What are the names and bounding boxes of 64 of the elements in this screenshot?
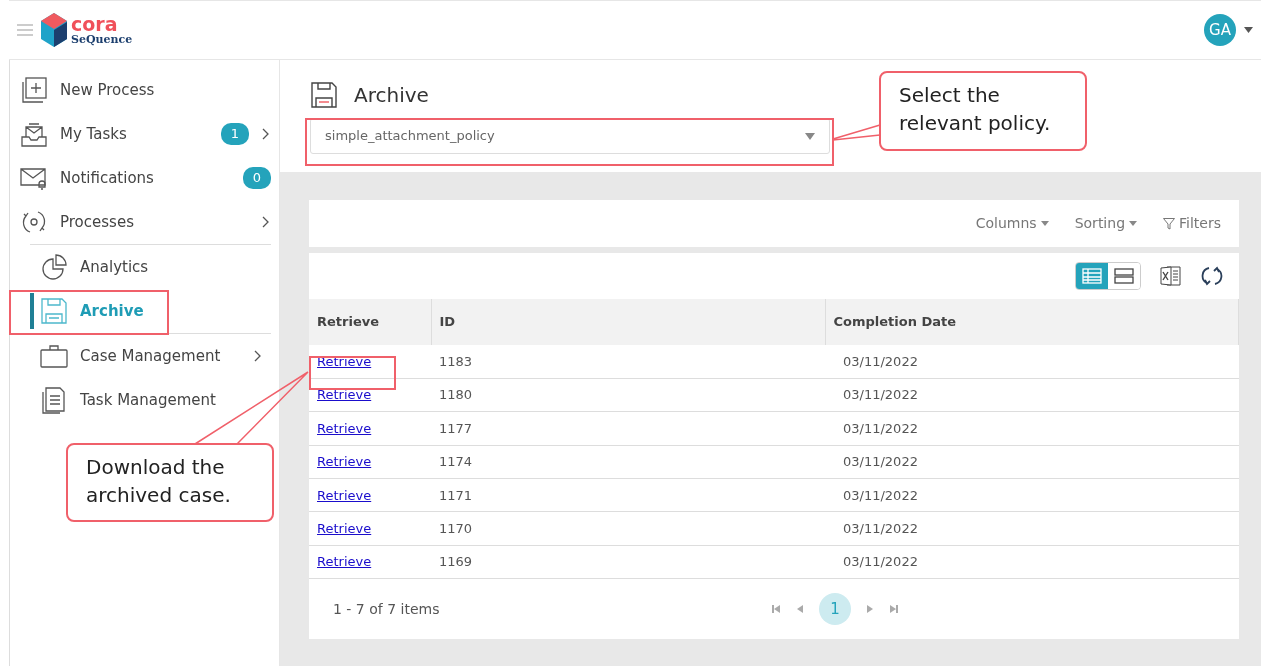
next-page-icon[interactable] <box>865 604 875 615</box>
sidebar-item[interactable]: Case Management <box>30 334 271 378</box>
callout-note: Download the archived case. <box>66 443 274 522</box>
count-badge: 0 <box>242 167 271 189</box>
column-header[interactable]: Completion Date <box>825 299 1239 345</box>
table-cell: 03/11/2022 <box>825 478 1239 512</box>
caret-icon <box>1040 221 1049 226</box>
chevron-right-icon[interactable] <box>261 215 271 229</box>
table-cell: 03/11/2022 <box>825 411 1239 446</box>
logo-text: cora <box>71 15 119 34</box>
table-cell: 1169 <box>431 545 825 579</box>
caret-icon <box>1129 221 1138 226</box>
previous-page-icon[interactable] <box>795 604 805 615</box>
table-cell: 1177 <box>431 411 825 446</box>
sidebar-item[interactable]: Analytics <box>30 245 271 289</box>
last-page-icon[interactable] <box>889 604 899 615</box>
sidebar-item[interactable]: Notifications 0 <box>10 156 279 200</box>
caret-icon[interactable] <box>805 132 815 140</box>
retrieve-link[interactable]: Retrieve <box>317 520 372 536</box>
chevron-right-icon[interactable] <box>253 349 263 363</box>
pagination-summary: 1 - 7 of 7 items <box>333 599 440 619</box>
policy-dropdown[interactable]: simple_attachment_policy <box>310 118 830 154</box>
sidebar-item[interactable]: Processes <box>10 200 279 244</box>
table-cell: 03/11/2022 <box>825 511 1239 546</box>
briefcase-icon <box>40 342 68 370</box>
pie-chart-icon <box>40 253 68 281</box>
excel-icon[interactable] <box>1159 264 1183 288</box>
table-cell: 03/11/2022 <box>825 345 1239 379</box>
table-cell: 03/11/2022 <box>825 378 1239 412</box>
table-cell: 1170 <box>431 511 825 546</box>
sidebar-item[interactable]: My Tasks 1 <box>10 112 279 156</box>
logo-subtitle: SeQuence <box>71 34 133 45</box>
retrieve-link[interactable]: Retrieve <box>317 353 372 369</box>
count-badge: 1 <box>220 123 249 145</box>
columns-button[interactable]: Columns <box>975 213 1049 234</box>
table-cell: 1183 <box>431 345 825 379</box>
table-cell: 03/11/2022 <box>825 445 1239 479</box>
column-header[interactable]: Retrieve <box>309 299 431 345</box>
column-header[interactable]: ID <box>431 299 825 345</box>
retrieve-link[interactable]: Retrieve <box>317 454 372 470</box>
table-cell: 1174 <box>431 445 825 479</box>
caret-icon[interactable] <box>1244 27 1253 33</box>
sidebar-item[interactable]: New Process <box>10 68 279 112</box>
filters-button[interactable]: Filters <box>1163 213 1221 234</box>
table-cell: 1180 <box>431 378 825 412</box>
inbox-icon <box>20 120 48 148</box>
grid-view-icon[interactable] <box>1076 263 1108 289</box>
callout-note: Select the relevant policy. <box>879 71 1087 151</box>
refresh-icon[interactable] <box>1201 264 1223 288</box>
retrieve-link[interactable]: Retrieve <box>317 487 372 503</box>
sidebar-item[interactable]: Task Management <box>30 378 271 422</box>
table-cell: 1171 <box>431 478 825 512</box>
filter-icon <box>1163 217 1176 230</box>
table-cell: 03/11/2022 <box>825 545 1239 579</box>
retrieve-link[interactable]: Retrieve <box>317 420 372 436</box>
plus-square-icon <box>20 76 48 104</box>
chevron-right-icon[interactable] <box>261 127 271 141</box>
document-icon <box>40 386 68 414</box>
retrieve-link[interactable]: Retrieve <box>317 387 372 403</box>
logo-icon <box>41 13 67 47</box>
first-page-icon[interactable] <box>771 604 781 615</box>
page-title: Archive <box>354 82 429 109</box>
retrieve-link[interactable]: Retrieve <box>317 554 372 570</box>
sorting-button[interactable]: Sorting <box>1074 213 1138 234</box>
